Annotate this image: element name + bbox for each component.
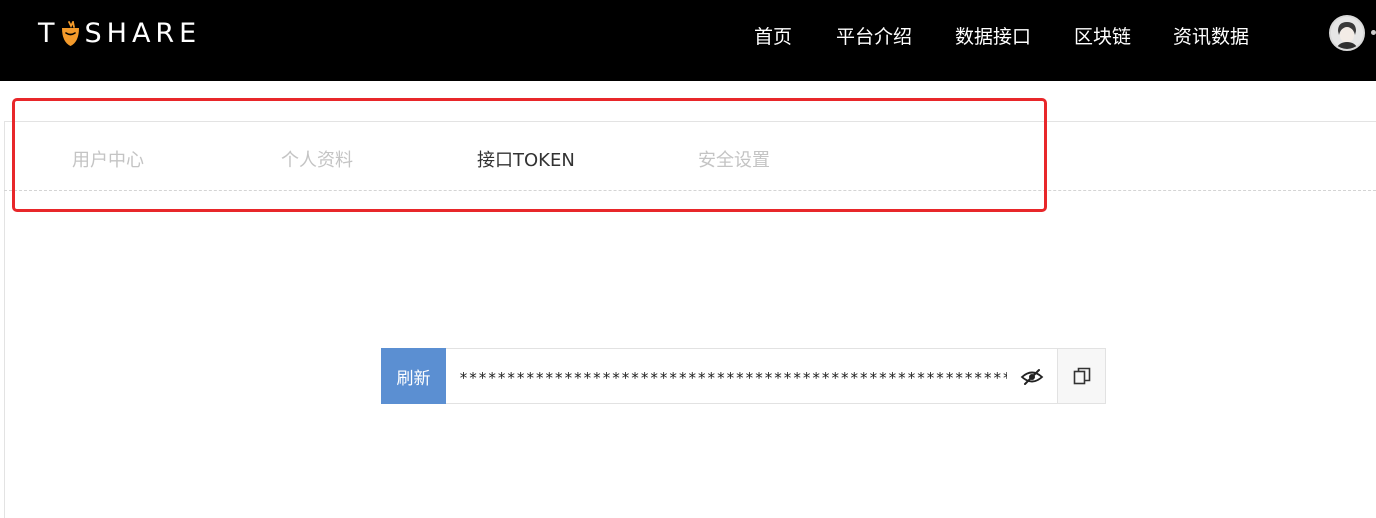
copy-token-button[interactable] [1057, 348, 1106, 404]
nav-blockchain[interactable]: 区块链 [1074, 22, 1131, 49]
annotation-highlight-box [12, 98, 1047, 212]
tushare-logo[interactable]: T SHARE [38, 17, 201, 49]
nav-home[interactable]: 首页 [754, 22, 792, 49]
top-navbar: T SHARE 首页 平台介绍 数据接口 区块链 资讯数据 [0, 0, 1376, 81]
eye-slash-icon[interactable] [1020, 366, 1044, 388]
refresh-token-button[interactable]: 刷新 [381, 348, 446, 404]
logo-wordmark: SHARE [84, 17, 202, 49]
nav-news-data[interactable]: 资讯数据 [1173, 22, 1249, 49]
nav-data-api[interactable]: 数据接口 [955, 22, 1031, 49]
token-row: 刷新 *************************************… [381, 348, 1106, 404]
carrot-icon [60, 19, 81, 47]
avatar-icon [1331, 17, 1363, 49]
token-masked-value: ****************************************… [459, 369, 1007, 387]
nav-platform-intro[interactable]: 平台介绍 [836, 22, 912, 49]
user-menu-dot[interactable] [1371, 30, 1376, 35]
user-avatar[interactable] [1329, 15, 1365, 51]
logo-letter-t: T [38, 17, 60, 49]
copy-icon [1073, 367, 1090, 385]
token-field[interactable]: ****************************************… [446, 348, 1057, 404]
